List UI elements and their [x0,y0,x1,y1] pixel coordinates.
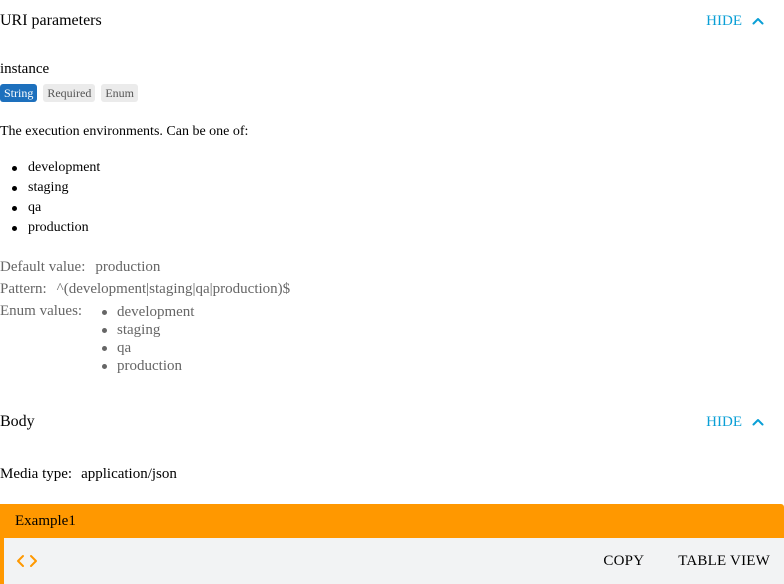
list-item: qa [101,339,194,357]
body-hide-label: HIDE [706,413,742,430]
example-toolbar: COPY TABLE VIEW [4,538,784,584]
table-view-button[interactable]: TABLE VIEW [678,553,770,570]
param-description: The execution environments. Can be one o… [0,124,249,139]
chevron-up-icon [752,419,764,426]
chevron-up-icon [752,18,764,25]
param-name: instance [0,61,50,77]
default-value-label: Default value: [0,259,86,275]
media-type-row: Media type: application/json [0,466,177,483]
uri-parameters-hide-toggle[interactable]: HIDE [706,13,764,30]
required-badge: Required [43,84,96,102]
body-header: Body HIDE [0,406,784,438]
pattern-row: Pattern: ^(development|staging|qa|product… [0,281,290,298]
list-item: staging [0,180,100,200]
media-type-label: Media type: [0,466,73,482]
default-value: production [95,259,161,275]
list-item: staging [101,321,194,339]
uri-parameters-title: URI parameters [0,12,102,29]
type-badge: String [0,84,38,102]
example-panel: Example1 COPY TABLE VIEW [0,504,784,584]
pattern-label: Pattern: [0,281,47,297]
enum-badge: Enum [101,84,139,102]
list-item: development [101,303,194,321]
uri-parameters-hide-label: HIDE [706,12,742,29]
list-item: qa [0,200,100,220]
code-brackets-icon[interactable] [16,554,38,568]
list-item: production [101,357,194,375]
default-value-row: Default value: production [0,259,160,276]
pattern-value: ^(development|staging|qa|production)$ [56,281,291,297]
media-type-value: application/json [81,466,177,482]
param-badges: String Required Enum [0,84,139,102]
list-item: development [0,160,100,180]
example-header[interactable]: Example1 [0,504,784,538]
body-hide-toggle[interactable]: HIDE [706,414,764,431]
enum-values-label: Enum values: [0,303,83,319]
copy-button[interactable]: COPY [603,553,644,570]
example-title: Example1 [15,512,76,529]
example-actions: COPY TABLE VIEW [603,553,770,570]
enum-values-list: development staging qa production [101,303,194,375]
body-title: Body [0,413,35,430]
description-list: development staging qa production [0,160,100,240]
list-item: production [0,220,100,240]
uri-parameters-header: URI parameters HIDE [0,5,784,37]
